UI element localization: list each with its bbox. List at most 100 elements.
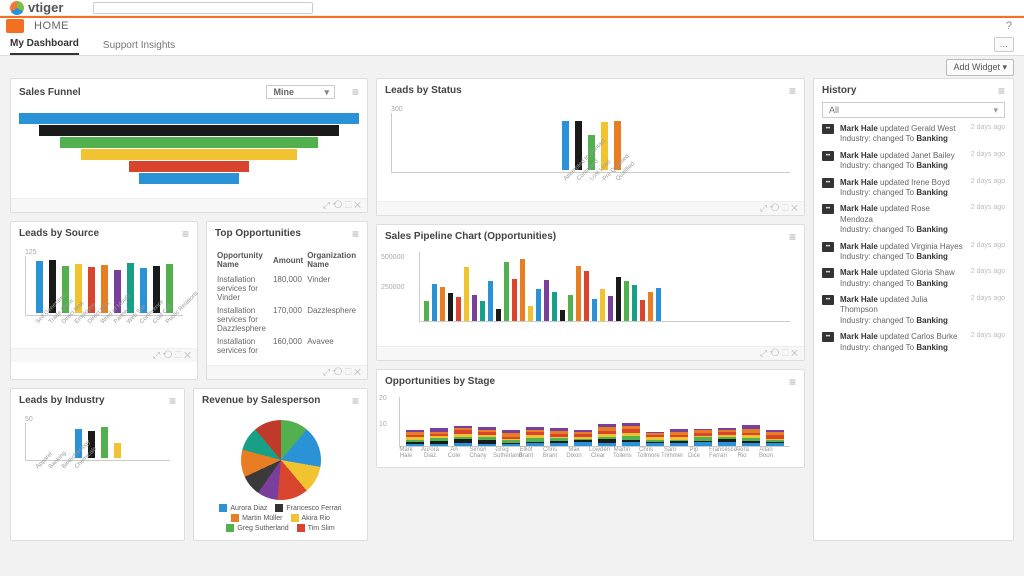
card-title: Revenue by Salesperson bbox=[202, 395, 320, 406]
chart-x-labels bbox=[385, 322, 796, 338]
card-title: Top Opportunities bbox=[215, 228, 301, 239]
history-badge-icon: •• bbox=[822, 268, 834, 278]
history-item[interactable]: ••Mark Hale updated Carlos BurkeIndustry… bbox=[822, 332, 1005, 353]
module-bar: HOME ? bbox=[0, 16, 1024, 34]
history-badge-icon: •• bbox=[822, 124, 834, 134]
card-footer-tools[interactable]: ⤢ ⟲ ⬚ ✕ bbox=[11, 198, 367, 212]
y-tick: 250000 bbox=[381, 284, 404, 291]
pipeline-chart bbox=[419, 252, 790, 322]
card-leads-by-status: Leads by Status ≡ 300 Attempted to Conta… bbox=[376, 78, 805, 216]
card-sales-funnel: Sales Funnel Mine ≡ ⤢ ⟲ ⬚ ✕ bbox=[10, 78, 368, 213]
tab-my-dashboard[interactable]: My Dashboard bbox=[10, 38, 79, 55]
y-tick: 50 bbox=[25, 416, 176, 423]
card-sales-pipeline: Sales Pipeline Chart (Opportunities) ≡ 5… bbox=[376, 224, 805, 361]
table-row[interactable]: Installation services for Vinder180,000V… bbox=[215, 273, 359, 304]
col-opp-name: Opportunity Name bbox=[215, 249, 271, 273]
legend-item: Francesco Ferrari bbox=[275, 504, 341, 512]
tab-more-button[interactable]: ... bbox=[994, 37, 1014, 52]
table-row[interactable]: Installation services for Dazzlesphere17… bbox=[215, 304, 359, 335]
card-leads-by-industry: Leads by Industry ≡ 50 ApparelBankingBio… bbox=[10, 388, 185, 541]
chart-x-labels: Self GeneratedTrade ShowDirect MailEmplo… bbox=[19, 316, 189, 340]
history-item[interactable]: ••Mark Hale updated Julia ThompsonIndust… bbox=[822, 295, 1005, 326]
dashboard-toolbar: Add Widget ▾ bbox=[0, 56, 1024, 78]
card-title: Leads by Status bbox=[385, 85, 462, 96]
dashboard-col-3: History ≡ All ••Mark Hale updated Gerald… bbox=[813, 78, 1014, 541]
dashboard-grid: Sales Funnel Mine ≡ ⤢ ⟲ ⬚ ✕ Leads by Sou… bbox=[0, 78, 1024, 541]
card-revenue-by-salesperson: Revenue by Salesperson ≡ Aurora Diaz Fran… bbox=[193, 388, 368, 541]
pie-legend: Aurora Diaz Francesco Ferrari Martin Mülle… bbox=[202, 504, 359, 532]
card-footer-tools[interactable]: ⤢ ⟲ ⬚ ✕ bbox=[11, 348, 197, 362]
card-title: Leads by Industry bbox=[19, 395, 105, 406]
legend-item: Martin Müller bbox=[231, 514, 282, 522]
brand-logo-icon bbox=[10, 1, 24, 15]
funnel-filter-select[interactable]: Mine bbox=[266, 85, 335, 99]
card-title: Opportunities by Stage bbox=[385, 376, 495, 387]
search-input[interactable] bbox=[93, 2, 313, 14]
history-badge-icon: •• bbox=[822, 178, 834, 188]
history-item[interactable]: ••Mark Hale updated Rose MendozaIndustry… bbox=[822, 204, 1005, 235]
chart-x-labels: ApparelBankingBiotechnologyChemicals bbox=[19, 461, 176, 477]
y-tick: 300 bbox=[391, 106, 796, 113]
card-menu-icon[interactable]: ≡ bbox=[352, 394, 359, 408]
y-tick: 125 bbox=[25, 249, 189, 256]
card-menu-icon[interactable]: ≡ bbox=[182, 227, 189, 241]
legend-item: Akira Rio bbox=[291, 514, 330, 522]
funnel-chart bbox=[19, 109, 359, 190]
card-footer-tools[interactable]: ⤢ ⟲ ⬚ ✕ bbox=[377, 201, 804, 215]
history-list: ••Mark Hale updated Gerald WestIndustry:… bbox=[814, 124, 1013, 353]
brand-bar: vtiger bbox=[0, 0, 1024, 16]
card-top-opportunities: Top Opportunities ≡ Opportunity Name Amo… bbox=[206, 221, 368, 380]
help-icon[interactable]: ? bbox=[1006, 20, 1012, 32]
legend-item: Tim Slim bbox=[297, 524, 335, 532]
y-tick: 500000 bbox=[381, 254, 404, 261]
history-item[interactable]: ••Mark Hale updated Virginia HayesIndust… bbox=[822, 242, 1005, 263]
module-title: HOME bbox=[34, 20, 69, 32]
history-item[interactable]: ••Mark Hale updated Gerald WestIndustry:… bbox=[822, 124, 1005, 145]
history-badge-icon: •• bbox=[822, 242, 834, 252]
module-icon[interactable] bbox=[6, 19, 24, 33]
tab-bar: My Dashboard Support Insights ... bbox=[0, 34, 1024, 56]
y-tick: 20 bbox=[379, 395, 387, 402]
history-item[interactable]: ••Mark Hale updated Gloria ShawIndustry:… bbox=[822, 268, 1005, 289]
card-menu-icon[interactable]: ≡ bbox=[352, 85, 359, 99]
card-menu-icon[interactable]: ≡ bbox=[352, 227, 359, 241]
legend-item: Greg Sutherland bbox=[226, 524, 288, 532]
card-title: History bbox=[822, 85, 856, 96]
card-history: History ≡ All ••Mark Hale updated Gerald… bbox=[813, 78, 1014, 541]
stage-chart bbox=[399, 397, 790, 447]
card-title: Sales Funnel bbox=[19, 87, 81, 98]
brand-text: vtiger bbox=[28, 0, 63, 15]
card-menu-icon[interactable]: ≡ bbox=[789, 375, 796, 389]
col-amount: Amount bbox=[271, 249, 305, 273]
history-badge-icon: •• bbox=[822, 295, 834, 305]
brand: vtiger bbox=[10, 0, 63, 15]
tab-support-insights[interactable]: Support Insights bbox=[103, 40, 175, 55]
card-title: Sales Pipeline Chart (Opportunities) bbox=[385, 231, 556, 242]
history-filter-select[interactable]: All bbox=[822, 102, 1005, 118]
card-leads-by-source: Leads by Source ≡ 125 Self GeneratedTrad… bbox=[10, 221, 198, 380]
history-badge-icon: •• bbox=[822, 204, 834, 214]
add-widget-button[interactable]: Add Widget ▾ bbox=[946, 59, 1014, 76]
card-menu-icon[interactable]: ≡ bbox=[998, 84, 1005, 98]
table-row[interactable]: Installation services for160,000Avavee bbox=[215, 335, 359, 357]
y-tick: 10 bbox=[379, 421, 387, 428]
card-title: Leads by Source bbox=[19, 228, 99, 239]
history-badge-icon: •• bbox=[822, 151, 834, 161]
card-menu-icon[interactable]: ≡ bbox=[789, 84, 796, 98]
card-menu-icon[interactable]: ≡ bbox=[789, 230, 796, 244]
chart-x-labels: Mark HaleAurora DiazAn ColeSimon ChanyGr… bbox=[385, 447, 796, 459]
history-item[interactable]: ••Mark Hale updated Janet BaileyIndustry… bbox=[822, 151, 1005, 172]
dashboard-col-2: Leads by Status ≡ 300 Attempted to Conta… bbox=[376, 78, 805, 541]
card-footer-tools[interactable]: ⤢ ⟲ ⬚ ✕ bbox=[207, 365, 367, 379]
card-footer-tools[interactable]: ⤢ ⟲ ⬚ ✕ bbox=[377, 346, 804, 360]
dashboard-col-1: Sales Funnel Mine ≡ ⤢ ⟲ ⬚ ✕ Leads by Sou… bbox=[10, 78, 368, 541]
chart-x-labels: Attempted to ContactContactedLost LeadPr… bbox=[385, 173, 796, 193]
revenue-pie-chart bbox=[241, 420, 321, 500]
card-opportunities-by-stage: Opportunities by Stage ≡ 20 10 Mark Hale… bbox=[376, 369, 805, 468]
history-badge-icon: •• bbox=[822, 332, 834, 342]
top-opps-table: Opportunity Name Amount Organization Nam… bbox=[215, 249, 359, 357]
legend-item: Aurora Diaz bbox=[219, 504, 267, 512]
history-item[interactable]: ••Mark Hale updated Irene BoydIndustry: … bbox=[822, 178, 1005, 199]
card-menu-icon[interactable]: ≡ bbox=[169, 394, 176, 408]
col-org: Organization Name bbox=[305, 249, 359, 273]
